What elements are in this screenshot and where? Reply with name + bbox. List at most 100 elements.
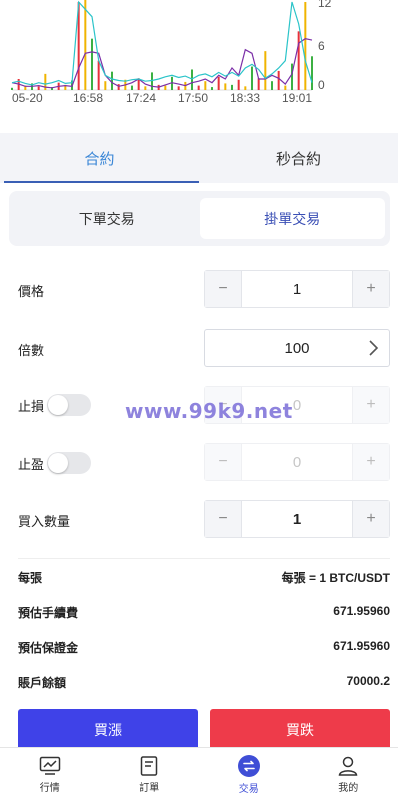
volume-bar [144, 86, 147, 90]
volume-bar [277, 70, 280, 90]
take-profit-toggle[interactable] [47, 452, 92, 474]
buy-short-button[interactable]: 買跌 [210, 709, 390, 751]
take-profit-stepper: − 0 + [204, 443, 390, 481]
tab-second-contract[interactable]: 秒合約 [199, 133, 398, 183]
take-profit-input[interactable]: 0 [241, 444, 353, 480]
volume-bar [84, 0, 87, 90]
watermark: www.99k9.net [125, 399, 293, 423]
price-input[interactable]: 1 [241, 271, 353, 307]
nav-label: 行情 [39, 782, 60, 794]
stop-loss-row: 止損 [18, 394, 92, 416]
quantity-stepper: − 1 + [204, 500, 390, 538]
volume-bar [211, 87, 213, 90]
info-row-balance: 賬戶餘額 70000.2 [18, 674, 390, 691]
chevron-right-icon [369, 340, 379, 356]
stop-loss-label: 止損 [18, 398, 45, 414]
x-tick-label: 19:01 [282, 91, 313, 105]
price-label: 價格 [18, 284, 45, 299]
info-label: 賬戶餘額 [18, 676, 67, 690]
segment-limit-order[interactable]: 下單交易 [14, 198, 200, 239]
toggle-knob [48, 395, 69, 415]
swap-icon [237, 754, 260, 777]
take-profit-label: 止盈 [18, 456, 45, 472]
info-label: 每張 [18, 571, 43, 585]
volume-bar [97, 60, 100, 90]
price-chart: 05-20 16:58 17:24 17:50 18:33 19:01 12 6… [0, 0, 398, 106]
contract-tabs: 合約 秒合約 [0, 133, 398, 183]
price-decrement-button[interactable]: − [205, 271, 241, 307]
nav-item-market[interactable]: 行情 [0, 748, 100, 801]
volume-bar [264, 51, 267, 90]
info-row-per-contract: 每張 每張 = 1 BTC/USDT [18, 569, 390, 586]
info-value: 每張 = 1 BTC/USDT [281, 571, 390, 585]
volume-bar [304, 2, 307, 90]
volume-bar [151, 72, 153, 90]
volume-bar [311, 56, 313, 90]
info-value: 70000.2 [346, 674, 390, 688]
leverage-value: 100 [284, 339, 310, 357]
info-label: 預估保證金 [18, 641, 79, 655]
bottom-nav: 行情 訂單 交易 我的 [0, 747, 398, 801]
x-tick-label: 05-20 [12, 91, 43, 105]
price-increment-button[interactable]: + [353, 271, 389, 307]
tab-contract[interactable]: 合約 [0, 133, 199, 183]
info-value: 671.95960 [333, 639, 390, 653]
info-row-margin: 預估保證金 671.95960 [18, 639, 390, 656]
leverage-label: 倍數 [18, 343, 45, 358]
buy-long-button[interactable]: 買漲 [18, 709, 198, 751]
take-profit-increment-button[interactable]: + [353, 444, 389, 480]
volume-bar [251, 66, 253, 90]
volume-bar [291, 63, 293, 90]
leverage-select[interactable]: 100 [204, 329, 390, 367]
toggle-knob [48, 453, 69, 473]
stop-loss-increment-button[interactable]: + [353, 387, 389, 423]
volume-bar [191, 69, 193, 90]
user-icon [338, 756, 358, 776]
volume-bar [37, 86, 40, 90]
series-line [11, 0, 313, 86]
volume-bar [11, 87, 13, 90]
volume-bar [197, 85, 200, 90]
y-tick-label: 6 [318, 39, 325, 53]
y-tick-label: 12 [318, 0, 332, 10]
stop-loss-toggle[interactable] [47, 394, 92, 416]
volume-bar [111, 71, 113, 90]
info-label: 預估手續費 [18, 606, 79, 620]
quantity-increment-button[interactable]: + [353, 501, 389, 537]
quantity-label: 買入數量 [18, 514, 71, 529]
volume-bar [104, 81, 107, 90]
chart-screen-icon [39, 756, 60, 775]
segment-pending-order[interactable]: 掛單交易 [199, 198, 385, 239]
nav-label: 交易 [238, 783, 259, 795]
volume-bar [117, 84, 120, 90]
volume-bar [257, 78, 260, 90]
nav-label: 訂單 [139, 782, 160, 794]
x-tick-label: 17:24 [126, 91, 157, 105]
quantity-decrement-button[interactable]: − [205, 501, 241, 537]
info-value: 671.95960 [333, 604, 390, 618]
nav-item-trade[interactable]: 交易 [199, 748, 299, 801]
quantity-input[interactable]: 1 [241, 501, 353, 537]
x-tick-label: 16:58 [73, 91, 104, 105]
volume-bar [284, 85, 287, 90]
chart-spacer [0, 106, 398, 133]
info-row-fee: 預估手續費 671.95960 [18, 604, 390, 621]
price-stepper: − 1 + [204, 270, 390, 308]
y-tick-label: 0 [318, 78, 325, 92]
divider [18, 558, 390, 559]
x-tick-label: 18:33 [230, 91, 261, 105]
volume-bar [237, 79, 240, 90]
nav-item-orders[interactable]: 訂單 [100, 748, 200, 801]
nav-label: 我的 [338, 782, 359, 794]
volume-bar [217, 76, 220, 90]
volume-bar [164, 85, 167, 90]
volume-bar [177, 86, 180, 90]
volume-bar [244, 86, 247, 90]
volume-bar [91, 38, 93, 90]
document-icon [141, 755, 158, 776]
take-profit-row: 止盈 [18, 452, 92, 474]
take-profit-decrement-button[interactable]: − [205, 444, 241, 480]
volume-bar [224, 83, 227, 90]
nav-item-profile[interactable]: 我的 [299, 748, 398, 801]
volume-bar [271, 81, 273, 90]
